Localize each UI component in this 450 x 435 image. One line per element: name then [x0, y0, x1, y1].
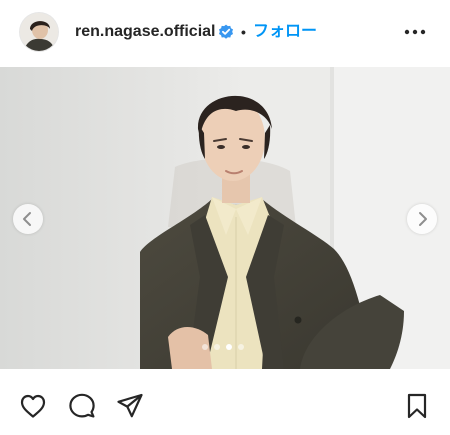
profile-avatar[interactable] [20, 13, 58, 51]
carousel-indicator [202, 343, 252, 351]
more-options-icon[interactable] [404, 26, 426, 38]
like-button[interactable] [18, 391, 48, 421]
comment-button[interactable] [67, 391, 97, 421]
bookmark-icon [407, 393, 427, 419]
post-photo[interactable] [0, 67, 450, 369]
heart-icon [20, 394, 46, 418]
chevron-left-icon [23, 212, 31, 226]
portrait-image [0, 67, 450, 369]
chevron-right-icon [419, 212, 427, 226]
username-link[interactable]: ren.nagase.official [75, 22, 216, 42]
comment-icon [69, 393, 95, 418]
post-header: ren.nagase.official • フォロー [0, 0, 450, 66]
carousel-dot [214, 344, 220, 350]
save-button[interactable] [402, 391, 432, 421]
verified-badge-icon [219, 24, 233, 39]
paper-plane-icon [117, 393, 143, 418]
carousel-next-button[interactable] [407, 204, 437, 234]
follow-button[interactable]: フォロー [253, 21, 317, 43]
carousel-dot [226, 344, 232, 350]
carousel-dot [202, 344, 208, 350]
header-separator: • [241, 24, 246, 40]
post-actions-bar [0, 369, 450, 435]
carousel-prev-button[interactable] [13, 204, 43, 234]
carousel-dot [238, 344, 244, 350]
share-button[interactable] [115, 391, 145, 421]
